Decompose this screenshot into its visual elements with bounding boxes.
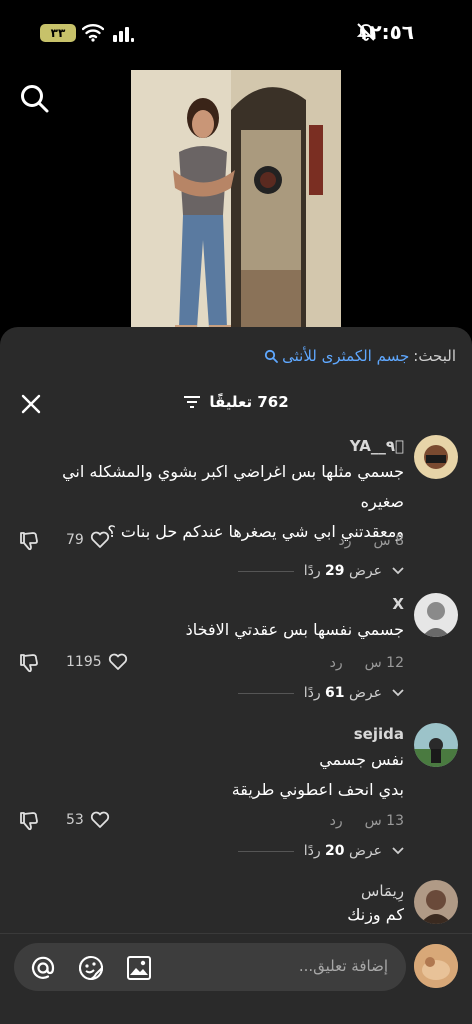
emoji-icon[interactable]: [78, 955, 104, 981]
image-icon[interactable]: [126, 955, 152, 981]
like-button[interactable]: 79: [66, 531, 110, 549]
search-suggestion[interactable]: البحث: جسم الكمثرى للأنثى: [264, 347, 456, 365]
at-icon[interactable]: [30, 955, 56, 981]
search-suggestion-label: البحث:: [413, 347, 456, 365]
avatar[interactable]: [414, 880, 458, 924]
comment-line: بدي انحف اعطوني طريقة: [231, 780, 404, 799]
comment-time: 12 س: [364, 655, 404, 671]
comment-line: كم وزنك: [347, 905, 404, 924]
battery-indicator: ٣٣: [40, 24, 76, 42]
comment-text: نفس جسمي بدي انحف اعطوني طريقة: [14, 745, 404, 805]
comment-input[interactable]: إضافة تعليق...: [14, 943, 406, 991]
avatar[interactable]: [414, 435, 458, 479]
dislike-icon[interactable]: [18, 530, 40, 552]
dislike-icon[interactable]: [18, 810, 40, 832]
comments-count: 762 تعليقًا: [209, 393, 289, 411]
heart-icon: [108, 653, 127, 670]
view-replies-text: عرض 61 ردًا: [303, 685, 382, 701]
heart-icon: [90, 531, 109, 548]
comment-username[interactable]: رِيمَاس: [361, 882, 404, 900]
reply-button[interactable]: رد: [330, 655, 343, 671]
mute-icon: [356, 23, 376, 41]
reply-button[interactable]: رد: [339, 533, 352, 549]
dislike-icon[interactable]: [18, 652, 40, 674]
view-replies-text: عرض 29 ردًا: [303, 563, 382, 579]
comments-sheet: البحث: جسم الكمثرى للأنثى 762 تعليقًا ‏Y…: [0, 327, 472, 1024]
chevron-down-icon: [392, 689, 404, 697]
avatar: [414, 944, 458, 988]
view-replies[interactable]: عرض 29 ردًا: [237, 563, 404, 579]
replies-divider: [237, 850, 294, 852]
comment-meta: 12 س رد: [330, 655, 404, 671]
comment-time: 8 س: [373, 533, 404, 549]
replies-divider: [237, 570, 294, 572]
avatar[interactable]: [414, 593, 458, 637]
comment-meta: 13 س رد: [330, 813, 404, 829]
filter-icon: [184, 396, 201, 408]
like-button[interactable]: 53: [66, 811, 110, 829]
signal-icon: [113, 27, 134, 42]
reply-button[interactable]: رد: [330, 813, 343, 829]
comment-line: جسمي مثلها بس اغراضي اكبر بشوي والمشكله …: [62, 462, 404, 511]
comment-time: 13 س: [364, 813, 404, 829]
comment-meta: 8 س رد: [339, 533, 404, 549]
like-count: 1195: [66, 654, 102, 670]
view-replies[interactable]: عرض 61 ردًا: [237, 685, 404, 701]
comment-input-placeholder: إضافة تعليق...: [298, 957, 388, 975]
search-icon: [265, 349, 279, 363]
wifi-icon: [82, 24, 104, 42]
avatar[interactable]: [414, 723, 458, 767]
comment-line: نفس جسمي: [319, 750, 404, 769]
video-player[interactable]: [131, 70, 341, 332]
comment-username[interactable]: X: [392, 595, 404, 613]
comment-username[interactable]: ‏YA__٩ؘ: [350, 437, 404, 455]
view-replies[interactable]: عرض 20 ردًا: [237, 843, 404, 859]
comment-input-bar: إضافة تعليق...: [0, 933, 472, 1024]
search-icon[interactable]: [18, 82, 50, 114]
comment-text: جسمي نفسها بس عقدتي الافخاذ: [14, 615, 404, 645]
search-suggestion-term[interactable]: جسم الكمثرى للأنثى: [282, 347, 409, 365]
status-bar: ١٢:٥٦ ٣٣: [0, 0, 472, 64]
comments-count-sort[interactable]: 762 تعليقًا: [0, 393, 472, 411]
video-frame: [131, 70, 341, 332]
replies-divider: [237, 692, 294, 694]
like-count: 53: [66, 812, 84, 828]
like-count: 79: [66, 532, 84, 548]
comment-line: جسمي نفسها بس عقدتي الافخاذ: [185, 620, 404, 639]
like-button[interactable]: 1195: [66, 653, 128, 671]
comment-text: كم وزنك: [14, 900, 404, 930]
chevron-down-icon: [392, 567, 404, 575]
view-replies-text: عرض 20 ردًا: [303, 843, 382, 859]
comments-header: 762 تعليقًا: [0, 389, 472, 419]
chevron-down-icon: [392, 847, 404, 855]
heart-icon: [90, 811, 109, 828]
comment-username[interactable]: sejida: [354, 725, 404, 743]
